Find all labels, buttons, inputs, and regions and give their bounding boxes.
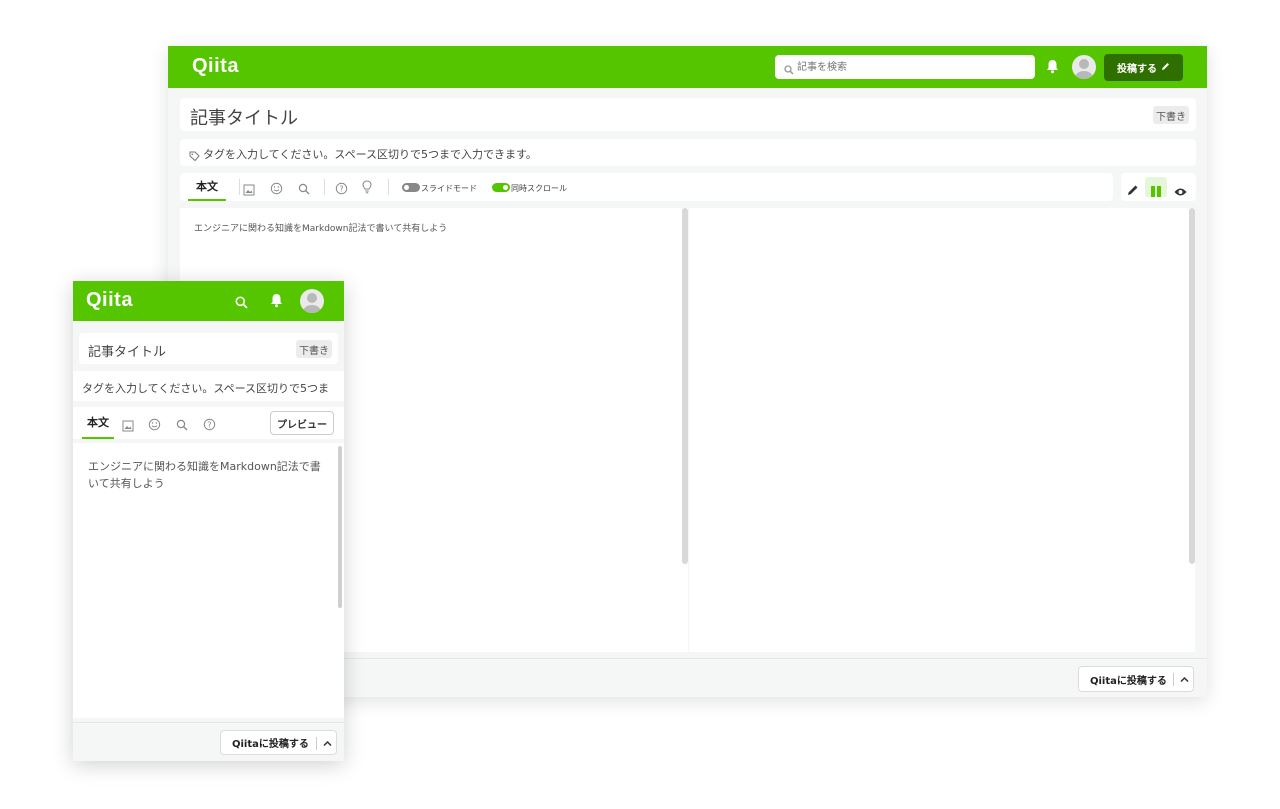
split-view-icon [1151,182,1161,201]
help-icon[interactable]: ? [335,180,348,199]
publish-button-label: Qiitaに投稿する [1090,675,1167,687]
sync-scroll-toggle[interactable] [492,183,510,192]
tags-placeholder: タグを入力してください。スペース区切りで5つま [82,382,330,395]
qiita-logo[interactable]: Qiita [86,289,133,312]
search-icon [784,60,794,79]
tags-placeholder: タグを入力してください。スペース区切りで5つまで入力できます。 [203,148,537,161]
tags-input[interactable]: タグを入力してください。スペース区切りで5つま [73,371,344,401]
toolbar-divider [388,179,389,195]
title-placeholder: 記事タイトル [190,108,298,129]
toolbar-divider [324,179,325,195]
slide-mode-toggle[interactable] [402,183,420,192]
chevron-up-icon[interactable] [323,739,332,750]
qiita-logo[interactable]: Qiita [192,55,239,78]
pencil-icon [1161,62,1170,74]
tab-body[interactable]: 本文 [188,173,226,201]
draft-badge: 下書き [1153,106,1189,124]
lightbulb-icon[interactable] [361,179,373,198]
image-icon[interactable] [122,417,134,436]
draft-badge: 下書き [296,340,332,358]
svg-text:?: ? [339,184,343,193]
publish-divider [1173,673,1174,686]
search-icon[interactable] [176,416,188,435]
post-button-label: 投稿する [1117,64,1157,75]
publish-button[interactable]: Qiitaに投稿する [1078,666,1194,692]
tab-body[interactable]: 本文 [82,407,114,439]
tag-icon [189,147,200,166]
pencil-icon[interactable] [1127,181,1139,200]
search-icon[interactable] [235,294,248,313]
bell-icon[interactable] [1046,59,1059,78]
sync-scroll-label: 同時スクロール [511,184,567,193]
publish-divider [316,737,317,750]
editor-placeholder: エンジニアに関わる知識をMarkdown記法で書いて共有しよう [194,224,448,234]
preview-pane [689,208,1195,652]
emoji-icon[interactable] [270,180,283,199]
title-placeholder: 記事タイトル [88,345,167,360]
view-mode-switcher [1121,173,1196,201]
toolbar-divider [239,179,240,195]
editor-placeholder: エンジニアに関わる知識をMarkdown記法で書 いて共有しよう [88,458,326,492]
mobile-header: Qiita [73,281,344,321]
publish-button[interactable]: Qiitaに投稿する [220,730,337,755]
user-avatar[interactable] [1072,55,1096,79]
markdown-editor[interactable]: エンジニアに関わる知識をMarkdown記法で書 いて共有しよう [73,443,344,718]
image-icon[interactable] [243,181,255,200]
preview-scrollbar[interactable] [1189,208,1195,564]
editor-toolbar: 本文 ? プレビュー [73,407,344,439]
search-input[interactable] [797,55,1027,79]
split-view-button[interactable] [1145,177,1167,197]
preview-button[interactable]: プレビュー [270,411,334,435]
editor-toolbar: 本文 ? スライドモード 同時スクロール [180,173,1113,201]
editor-footer: Qiitaに投稿する [73,722,344,761]
chevron-up-icon[interactable] [1180,675,1189,686]
title-input[interactable]: 記事タイトル 下書き [180,98,1196,131]
help-icon[interactable]: ? [203,416,216,435]
post-button[interactable]: 投稿する [1104,54,1183,81]
publish-button-label: Qiitaに投稿する [232,739,309,750]
tags-input[interactable]: タグを入力してください。スペース区切りで5つまで入力できます。 [180,139,1196,166]
svg-text:?: ? [207,420,211,429]
search-icon[interactable] [298,180,310,199]
editor-placeholder-line: いて共有しよう [88,477,165,490]
emoji-icon[interactable] [148,416,161,435]
editor-scrollbar[interactable] [682,208,688,564]
title-input[interactable]: 記事タイトル 下書き [79,333,338,364]
slide-mode-label: スライドモード [421,184,477,193]
eye-icon[interactable] [1174,182,1187,201]
bell-icon[interactable] [270,293,283,312]
editor-placeholder-line: エンジニアに関わる知識をMarkdown記法で書 [88,460,321,473]
editor-scrollbar[interactable] [338,446,342,608]
site-header: Qiita 投稿する [168,46,1207,88]
mobile-editor-window: Qiita 記事タイトル 下書き タグを入力してください。スペース区切りで5つま… [73,281,344,761]
user-avatar[interactable] [300,289,324,313]
search-box[interactable] [775,55,1035,79]
